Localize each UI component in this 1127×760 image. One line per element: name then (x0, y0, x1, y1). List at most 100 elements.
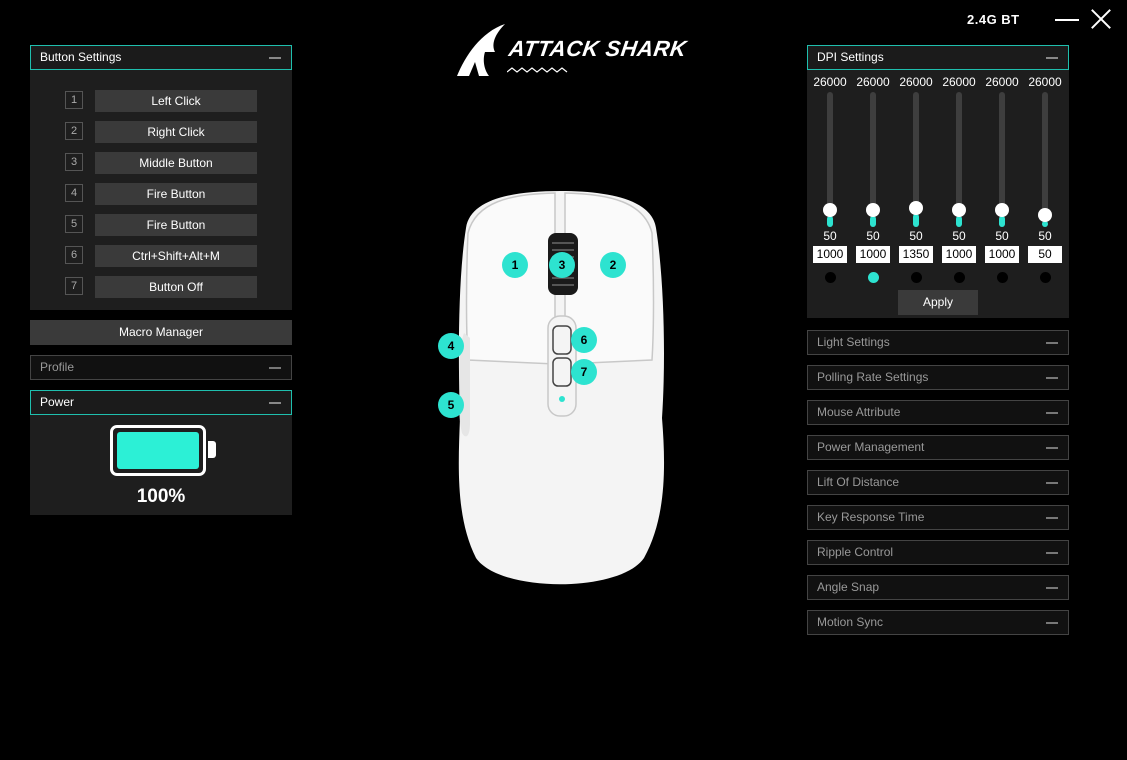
dpi-min-label: 50 (995, 229, 1009, 243)
dpi-settings-title: DPI Settings (817, 50, 884, 64)
button-function-select[interactable]: Middle Button (95, 152, 257, 174)
dpi-stage-selector[interactable] (911, 272, 922, 283)
dpi-stage-selector[interactable] (825, 272, 836, 283)
mouse-button-marker-5[interactable]: 5 (438, 392, 464, 418)
settings-section-header[interactable]: Power Management (807, 435, 1069, 460)
button-settings-title: Button Settings (40, 50, 122, 64)
collapse-icon[interactable] (1046, 622, 1058, 624)
dpi-settings-panel: 26000 50 1000 26000 50 1000 26000 50 1350 26000 50… (807, 70, 1069, 318)
button-number: 1 (65, 91, 83, 109)
profile-header[interactable]: Profile (30, 355, 292, 380)
button-function-select[interactable]: Fire Button (95, 214, 257, 236)
dpi-slider-handle[interactable] (1038, 208, 1052, 222)
dpi-value-input[interactable]: 1000 (856, 246, 890, 263)
dpi-slider-fill (956, 216, 962, 227)
dpi-slider-handle[interactable] (995, 203, 1009, 218)
close-button[interactable] (1090, 8, 1112, 30)
brand-logo: ATTACK SHARK (455, 22, 688, 78)
dpi-min-label: 50 (866, 229, 880, 243)
collapse-icon[interactable] (1046, 57, 1058, 59)
minimize-button[interactable] (1055, 10, 1079, 30)
dpi-slider-handle[interactable] (909, 201, 923, 216)
collapse-icon[interactable] (1046, 552, 1058, 554)
dpi-settings-header[interactable]: DPI Settings (807, 45, 1069, 70)
collapse-icon[interactable] (269, 57, 281, 59)
button-function-select[interactable]: Button Off (95, 276, 257, 298)
dpi-max-label: 26000 (899, 75, 933, 89)
button-function-select[interactable]: Ctrl+Shift+Alt+M (95, 245, 257, 267)
section-title: Key Response Time (817, 510, 925, 524)
macro-manager-button[interactable]: Macro Manager (30, 320, 292, 345)
section-title: Power Management (817, 440, 925, 454)
mouse-button-marker-4[interactable]: 4 (438, 333, 464, 359)
power-header[interactable]: Power (30, 390, 292, 415)
dpi-slider-fill (827, 216, 833, 227)
settings-section-header[interactable]: Lift Of Distance (807, 470, 1069, 495)
mouse-button-marker-3[interactable]: 3 (549, 252, 575, 278)
settings-section-header[interactable]: Key Response Time (807, 505, 1069, 530)
section-title: Ripple Control (817, 545, 894, 559)
dpi-stage-selector[interactable] (868, 272, 879, 283)
collapse-icon[interactable] (1046, 447, 1058, 449)
mouse-button-marker-1[interactable]: 1 (502, 252, 528, 278)
section-title: Angle Snap (817, 580, 880, 594)
dpi-slider-fill (913, 214, 919, 227)
dpi-value-input[interactable]: 1000 (813, 246, 847, 263)
collapse-icon[interactable] (1046, 412, 1058, 414)
collapse-icon[interactable] (1046, 517, 1058, 519)
settings-section-header[interactable]: Mouse Attribute (807, 400, 1069, 425)
dpi-slider-fill (870, 216, 876, 227)
collapse-icon[interactable] (269, 402, 281, 404)
dpi-slider-handle[interactable] (866, 203, 880, 218)
section-title: Mouse Attribute (817, 405, 901, 419)
collapse-icon[interactable] (1046, 342, 1058, 344)
settings-section-header[interactable]: Ripple Control (807, 540, 1069, 565)
dpi-stage-selector[interactable] (1040, 272, 1051, 283)
mouse-button-marker-2[interactable]: 2 (600, 252, 626, 278)
mouse-button-marker-6[interactable]: 6 (571, 327, 597, 353)
mouse-body-image (458, 191, 665, 585)
battery-percentage: 100% (136, 486, 186, 507)
dpi-stage-selector[interactable] (997, 272, 1008, 283)
dpi-value-input[interactable]: 1000 (985, 246, 1019, 263)
section-title: Motion Sync (817, 615, 884, 629)
battery-level-fill (117, 432, 199, 469)
button-number: 5 (65, 215, 83, 233)
button-function-select[interactable]: Left Click (95, 90, 257, 112)
dpi-slider-handle[interactable] (823, 203, 837, 218)
settings-section-header[interactable]: Angle Snap (807, 575, 1069, 600)
settings-section-header[interactable]: Polling Rate Settings (807, 365, 1069, 390)
dpi-max-label: 26000 (1028, 75, 1062, 89)
connection-mode-label: 2.4G BT (967, 12, 1020, 27)
dpi-min-label: 50 (909, 229, 923, 243)
dpi-value-input[interactable]: 1000 (942, 246, 976, 263)
apply-button[interactable]: Apply (898, 290, 978, 315)
dpi-slider-fill (999, 216, 1005, 227)
power-title: Power (40, 395, 75, 409)
dpi-stage-selector[interactable] (954, 272, 965, 283)
collapse-icon[interactable] (1046, 377, 1058, 379)
button-settings-header[interactable]: Button Settings (30, 45, 292, 70)
button-function-select[interactable]: Fire Button (95, 183, 257, 205)
dpi-value-input[interactable]: 50 (1028, 246, 1062, 263)
dpi-slider-handle[interactable] (952, 203, 966, 218)
collapse-icon[interactable] (269, 367, 281, 369)
mouse-button-marker-7[interactable]: 7 (571, 359, 597, 385)
dpi-value-input[interactable]: 1350 (899, 246, 933, 263)
settings-section-header[interactable]: Motion Sync (807, 610, 1069, 635)
button-number: 7 (65, 277, 83, 295)
collapse-icon[interactable] (1046, 482, 1058, 484)
dpi-slider-track[interactable] (1042, 92, 1048, 227)
mouse-illustration: 1 2 3 4 5 6 7 (438, 188, 680, 598)
shark-fin-icon (457, 24, 505, 76)
dpi-max-label: 26000 (985, 75, 1019, 89)
battery-icon (110, 425, 206, 476)
button-function-select[interactable]: Right Click (95, 121, 257, 143)
dpi-min-label: 50 (823, 229, 837, 243)
button-number: 4 (65, 184, 83, 202)
collapse-icon[interactable] (1046, 587, 1058, 589)
dpi-max-label: 26000 (942, 75, 976, 89)
section-title: Light Settings (817, 335, 890, 349)
settings-section-header[interactable]: Light Settings (807, 330, 1069, 355)
dpi-min-label: 50 (1038, 229, 1052, 243)
